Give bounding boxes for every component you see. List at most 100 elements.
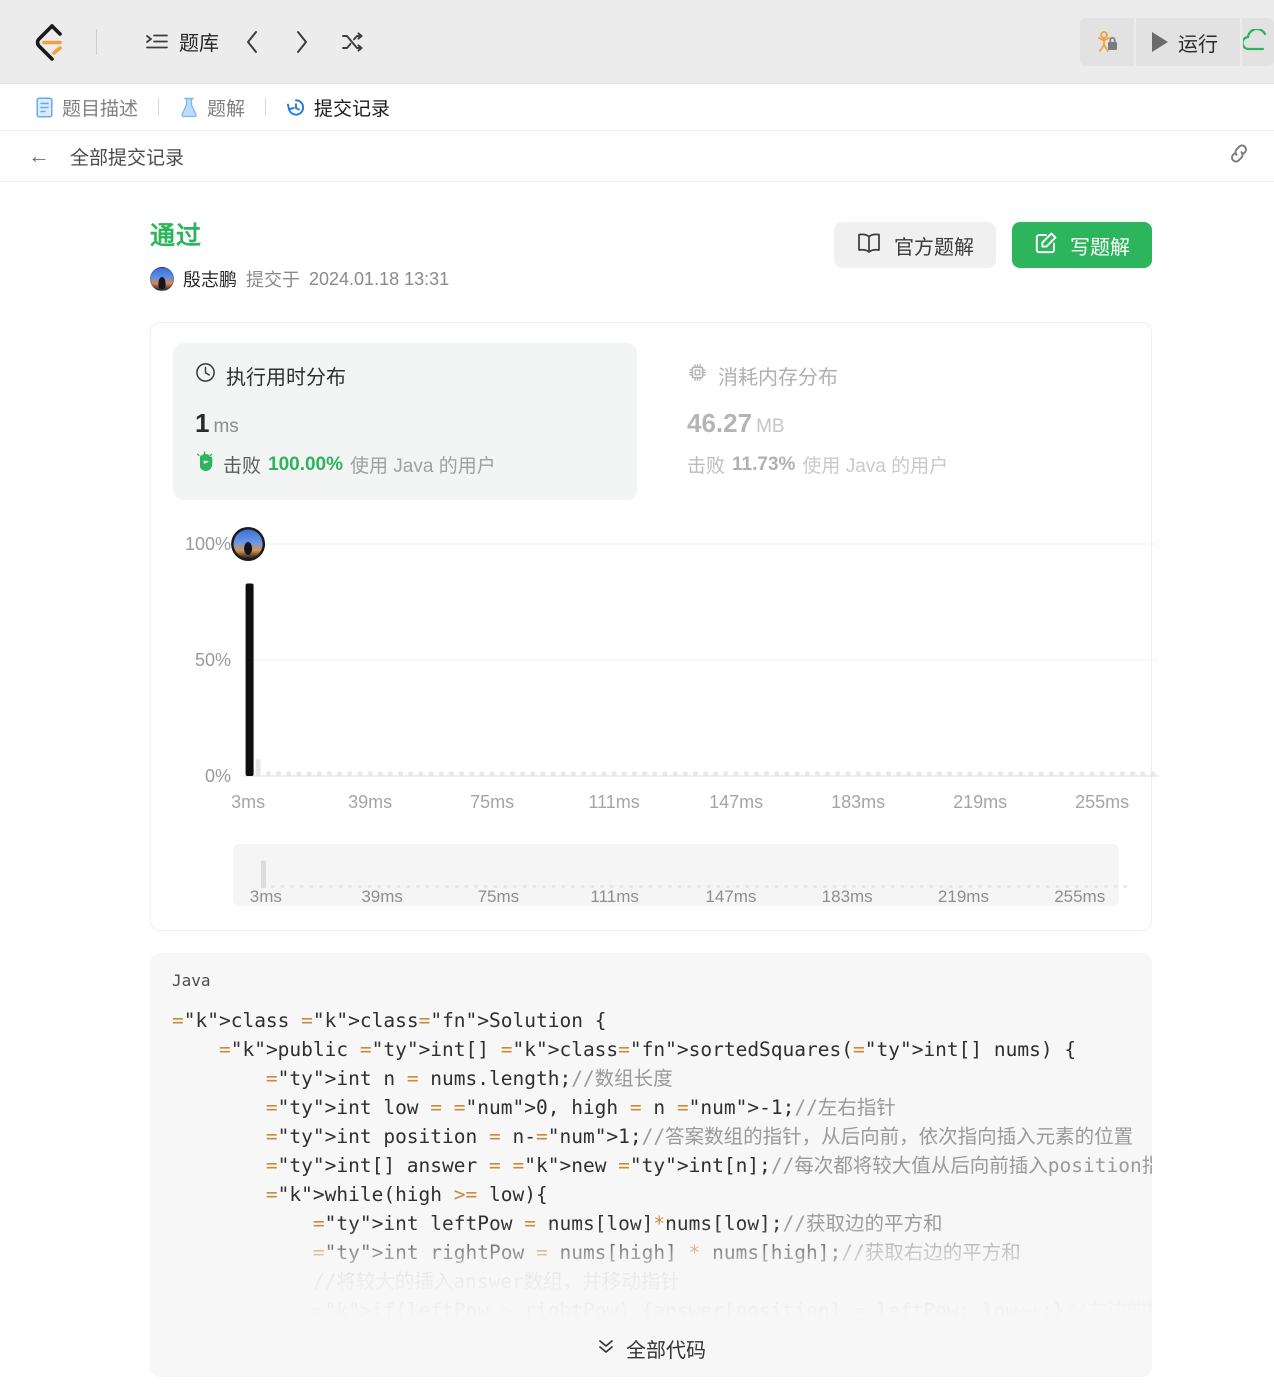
memory-unit: MB [756,416,785,437]
chip-icon [687,362,708,389]
tab-separator [158,98,160,116]
nav-problemset[interactable]: 题库 [145,27,219,56]
official-solution-label: 官方题解 [894,236,974,259]
svg-text:255ms: 255ms [1054,887,1105,906]
book-icon [856,232,882,259]
top-header-bar: 题库 运行 [0,0,1274,84]
svg-text:111ms: 111ms [590,887,639,906]
stats-chart-panel: 执行用时分布 1 ms 击败 100.00% 使用 Java 的用户 消耗内存分… [150,322,1158,931]
chart-user-marker [231,527,266,561]
svg-text:3ms: 3ms [250,887,282,906]
code-panel: Java ="k">class ="k">class="fn">Solution… [150,953,1152,1377]
submission-header: 通过 殷志鹏 提交于 2024.01.18 13:31 官方题解 写题解 [0,206,1274,292]
official-solution-button[interactable]: 官方题解 [834,222,996,268]
runtime-card-title-row: 执行用时分布 [195,361,615,390]
svg-text:183ms: 183ms [822,887,873,906]
back-bar-label[interactable]: 全部提交记录 [70,143,184,170]
svg-text:111ms: 111ms [588,792,639,812]
leetcode-logo-icon [35,23,62,61]
submit-button[interactable] [1242,18,1274,66]
svg-text:50%: 50% [195,650,231,670]
stat-cards: 执行用时分布 1 ms 击败 100.00% 使用 Java 的用户 消耗内存分… [173,343,1129,500]
debug-lock-icon [1098,31,1117,52]
brush-svg: 3ms 39ms 75ms 111ms 147ms 183ms 219ms 255ms [250,860,1128,906]
tab-submissions-label: 提交记录 [314,98,391,120]
problem-tab-strip: 题目描述 题解 提交记录 [0,84,1274,130]
runtime-beat-suffix: 使用 Java 的用户 [350,456,496,477]
clock-icon [195,362,216,389]
svg-text:219ms: 219ms [953,792,1007,812]
status-badge: 通过 [150,222,203,250]
debug-button[interactable] [1080,18,1136,66]
submission-actions: 官方题解 写题解 [834,216,1152,268]
chart-y-axis-labels: 0% 50% 100% [185,534,231,786]
svg-text:75ms: 75ms [478,887,520,906]
tab-problem-description-label: 题目描述 [62,98,139,120]
write-solution-label: 写题解 [1070,236,1130,259]
pencil-square-icon [1034,231,1058,260]
back-bar: ← 全部提交记录 [0,130,1274,182]
avatar[interactable] [150,267,174,291]
leetcode-logo[interactable] [0,23,96,61]
tab-separator [265,98,267,116]
code-block[interactable]: ="k">class ="k">class="fn">Solution { ="… [150,1006,1152,1354]
hand-wave-icon [195,451,216,478]
svg-text:39ms: 39ms [348,792,392,812]
expand-all-code-button[interactable]: 全部代码 [150,1319,1152,1377]
header-actions: 运行 [1080,0,1274,84]
run-button-label: 运行 [1178,33,1218,56]
nav-shuffle-button[interactable] [335,25,369,59]
header-divider [96,28,97,55]
svg-text:0%: 0% [205,766,231,786]
runtime-stat-card[interactable]: 执行用时分布 1 ms 击败 100.00% 使用 Java 的用户 [173,343,637,500]
runtime-unit: ms [213,416,239,437]
memory-stat-card[interactable]: 消耗内存分布 46.27 MB 击败 11.73% 使用 Java 的用户 [665,343,1129,500]
svg-text:3ms: 3ms [231,792,265,812]
svg-text:39ms: 39ms [361,887,403,906]
svg-text:147ms: 147ms [705,887,756,906]
tab-problem-description[interactable]: 题目描述 [30,94,142,121]
runtime-distribution-chart[interactable]: 0% 50% 100% 3ms 39ms 75ms 111ms 147ms 183ms 219m… [173,526,1158,826]
write-solution-button[interactable]: 写题解 [1012,222,1152,268]
submission-summary: 通过 殷志鹏 提交于 2024.01.18 13:31 [150,216,834,292]
memory-beat-prefix: 击败 [687,456,726,477]
arrow-left-icon[interactable]: ← [28,145,50,167]
link-icon[interactable] [1226,141,1252,172]
memory-value-row: 46.27 MB [687,408,1107,439]
memory-beat-row: 击败 11.73% 使用 Java 的用户 [687,451,1107,478]
svg-text:183ms: 183ms [831,792,885,812]
runtime-beat-prefix: 击败 [223,456,262,477]
submit-cloud-icon [1243,29,1267,51]
tab-solutions[interactable]: 题解 [175,94,249,121]
submitted-timestamp: 2024.01.18 13:31 [309,268,450,289]
run-button[interactable]: 运行 [1136,18,1242,66]
chart-x-axis-labels: 3ms 39ms 75ms 111ms 147ms 183ms 219ms 255ms [231,792,1129,812]
submission-detail-content: 通过 殷志鹏 提交于 2024.01.18 13:31 官方题解 写题解 执行用… [0,182,1274,1384]
svg-text:75ms: 75ms [470,792,514,812]
memory-card-title: 消耗内存分布 [718,367,838,389]
memory-beat-suffix: 使用 Java 的用户 [802,456,949,477]
svg-text:100%: 100% [185,534,231,554]
code-language-label: Java [172,971,211,990]
play-icon [1152,32,1168,52]
memory-beat-percent: 11.73% [732,453,796,475]
nav-prev-button[interactable] [235,25,269,59]
svg-text:147ms: 147ms [709,792,763,812]
svg-text:219ms: 219ms [938,887,989,906]
history-icon [286,96,306,118]
shuffle-icon [342,31,363,52]
author-name[interactable]: 殷志鹏 [183,266,237,292]
double-chevron-down-icon [596,1336,616,1361]
chart-svg: 0% 50% 100% 3ms 39ms 75ms 111ms 147ms 183ms 219m… [185,527,1158,812]
leetcode-submission-page: 题库 运行 题目描述 题解 提交记录 ← 全部提交记录 通过 殷志鹏 提交于 2… [0,0,1274,1384]
chart-brush-slider[interactable]: 3ms 39ms 75ms 111ms 147ms 183ms 219ms 255ms [233,844,1128,906]
flask-icon [179,96,199,118]
nav-next-button[interactable] [285,25,319,59]
runtime-beat-percent: 100.00% [268,453,344,475]
chart-bars [245,583,1156,776]
memory-card-title-row: 消耗内存分布 [687,361,1107,390]
memory-value: 46.27 [687,408,753,438]
tab-submissions[interactable]: 提交记录 [282,94,394,121]
svg-text:255ms: 255ms [1075,792,1129,812]
runtime-value-row: 1 ms [195,408,615,439]
